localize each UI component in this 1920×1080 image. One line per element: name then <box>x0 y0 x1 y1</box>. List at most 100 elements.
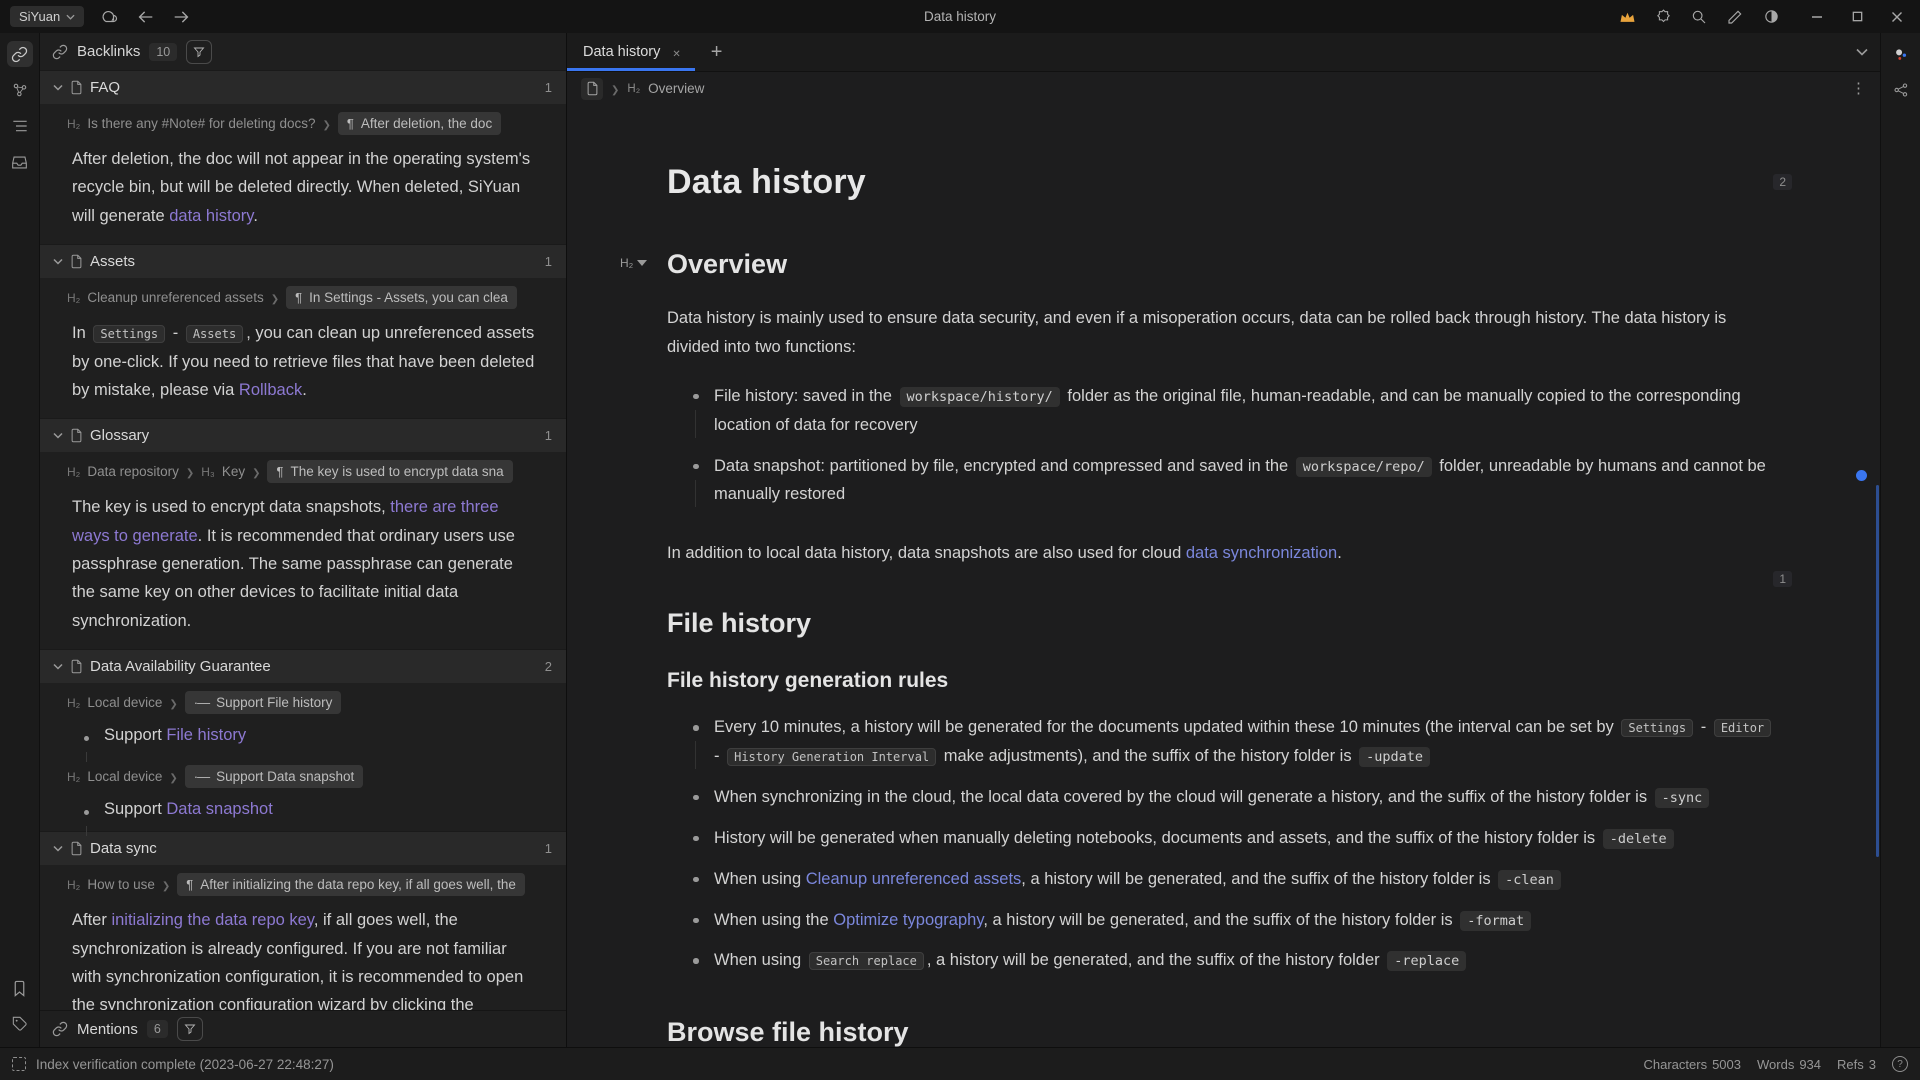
backlink-excerpt[interactable]: After initializing the data repo key, if… <box>40 902 566 1010</box>
backlink-excerpt[interactable]: The key is used to encrypt data snapshot… <box>40 489 566 649</box>
heading-file-history[interactable]: File history <box>667 608 1775 639</box>
section-header-faq[interactable]: FAQ 1 <box>40 70 566 104</box>
mentions-panel-header[interactable]: Mentions 6 <box>40 1010 566 1047</box>
heading-gutter-toggle[interactable]: H₂ <box>620 256 647 270</box>
backlink-icon[interactable] <box>7 41 33 67</box>
ref-count-badge[interactable]: 2 <box>1773 174 1792 190</box>
rules-list: Every 10 minutes, a history will be gene… <box>667 707 1775 981</box>
backlink-breadcrumb[interactable]: H₂ Data repository H₃ Key The key is use… <box>40 452 566 489</box>
back-icon[interactable] <box>134 6 156 28</box>
list-item[interactable]: History will be generated when manually … <box>667 818 1775 859</box>
backlink-breadcrumb[interactable]: H₂ Local device Support File history <box>40 683 566 720</box>
graph-icon[interactable] <box>7 77 33 103</box>
reference-link[interactable]: Optimize typography <box>833 911 983 929</box>
breadcrumb-heading[interactable]: Overview <box>648 81 704 96</box>
list-item[interactable]: When using Search replace, a history wil… <box>667 940 1775 981</box>
list-item[interactable]: When using the Optimize typography, a hi… <box>667 900 1775 941</box>
membership-crown-icon[interactable] <box>1614 4 1640 30</box>
section-header-assets[interactable]: Assets 1 <box>40 244 566 278</box>
backlink-excerpt[interactable]: Support Data snapshot <box>40 794 566 831</box>
list-item[interactable]: Every 10 minutes, a history will be gene… <box>667 707 1775 777</box>
help-icon[interactable] <box>1892 1056 1908 1072</box>
backlink-icon <box>52 1021 68 1037</box>
list-item[interactable]: Data snapshot: partitioned by file, encr… <box>667 446 1775 516</box>
reference-link[interactable]: Data snapshot <box>166 800 272 818</box>
plugin-icon[interactable] <box>1650 4 1676 30</box>
dots-cluster-icon[interactable] <box>1888 41 1914 67</box>
section-header-glossary[interactable]: Glossary 1 <box>40 418 566 452</box>
heading-browse-file-history[interactable]: Browse file history <box>667 1017 1775 1047</box>
graph-network-icon[interactable] <box>1888 77 1914 103</box>
text-segment: When using <box>714 951 806 969</box>
chevron-down-icon <box>53 84 63 91</box>
more-icon[interactable] <box>1851 79 1866 98</box>
edit-pencil-icon[interactable] <box>1722 4 1748 30</box>
theme-contrast-icon[interactable] <box>1758 4 1784 30</box>
backlink-breadcrumb[interactable]: H₂ Local device Support Data snapshot <box>40 757 566 794</box>
backlink-breadcrumb[interactable]: H₂ How to use After initializing the dat… <box>40 865 566 902</box>
reference-link[interactable]: initializing the data repo key <box>111 911 313 929</box>
ref-count-badge[interactable]: 1 <box>1773 571 1792 587</box>
backlinks-panel: Backlinks 10 FAQ 1 H₂ Is there any #Note… <box>40 33 567 1047</box>
chevron-down-icon <box>53 663 63 670</box>
section-header-data-availability[interactable]: Data Availability Guarantee 2 <box>40 649 566 683</box>
document-icon[interactable] <box>581 78 603 100</box>
app-menu-button[interactable]: SiYuan <box>10 6 84 27</box>
minimize-icon[interactable] <box>1804 4 1830 30</box>
outline-icon[interactable] <box>7 113 33 139</box>
editor-breadcrumb: H₂ Overview <box>567 72 1880 105</box>
backlink-breadcrumb[interactable]: H₂ Is there any #Note# for deleting docs… <box>40 104 566 141</box>
paragraph[interactable]: Data history is mainly used to ensure da… <box>667 304 1775 362</box>
chevron-down-icon <box>66 14 75 20</box>
scroll-position-dot[interactable] <box>1856 470 1867 481</box>
block-chip[interactable]: Support File history <box>185 691 342 714</box>
backlinks-panel-header[interactable]: Backlinks 10 <box>40 33 566 70</box>
reference-link[interactable]: data synchronization <box>1186 544 1337 562</box>
reference-link[interactable]: Cleanup unreferenced assets <box>806 870 1022 888</box>
block-chip[interactable]: The key is used to encrypt data sna <box>267 460 512 483</box>
new-tab-button[interactable] <box>711 41 723 64</box>
bookmark-icon[interactable] <box>7 975 33 1001</box>
inbox-icon[interactable] <box>7 149 33 175</box>
kbd-chip: Editor <box>1714 719 1771 737</box>
tab-data-history[interactable]: Data history <box>567 33 695 71</box>
list-item[interactable]: File history: saved in the workspace/his… <box>667 376 1775 446</box>
search-icon[interactable] <box>1686 4 1712 30</box>
document-editor[interactable]: Data history H₂ Overview Data history is… <box>567 105 1880 1047</box>
refs-count: Refs3 <box>1837 1057 1876 1072</box>
block-chip[interactable]: After deletion, the doc <box>338 112 501 135</box>
block-chip[interactable]: After initializing the data repo key, if… <box>177 873 525 896</box>
chevron-right-icon <box>169 696 177 710</box>
backlink-excerpt[interactable]: Support File history <box>40 720 566 757</box>
backlink-breadcrumb[interactable]: H₂ Cleanup unreferenced assets In Settin… <box>40 278 566 315</box>
backlink-excerpt[interactable]: In Settings - Assets, you can clean up u… <box>40 315 566 418</box>
forward-icon[interactable] <box>170 6 192 28</box>
paragraph[interactable]: In addition to local data history, data … <box>667 539 1775 568</box>
text-segment: When synchronizing in the cloud, the loc… <box>714 788 1652 806</box>
section-header-data-sync[interactable]: Data sync 1 <box>40 831 566 865</box>
heading-generation-rules[interactable]: File history generation rules <box>667 669 1775 693</box>
reference-link[interactable]: data history <box>169 207 253 225</box>
close-tab-icon[interactable] <box>672 45 680 60</box>
doc-title[interactable]: Data history <box>667 163 1775 202</box>
scrollbar-thumb[interactable] <box>1876 485 1879 857</box>
block-chip[interactable]: In Settings - Assets, you can clea <box>286 286 517 309</box>
list-item[interactable]: When using Cleanup unreferenced assets, … <box>667 859 1775 900</box>
tag-icon[interactable] <box>7 1011 33 1037</box>
reference-link[interactable]: File history <box>166 726 246 744</box>
reference-link[interactable]: Rollback <box>239 381 302 399</box>
cloud-sync-icon[interactable] <box>98 6 120 28</box>
text-segment: , a history will be generated, and the s… <box>927 951 1384 969</box>
close-window-icon[interactable] <box>1884 4 1910 30</box>
maximize-icon[interactable] <box>1844 4 1870 30</box>
tab-menu-chevron-icon[interactable] <box>1856 48 1880 56</box>
chevron-right-icon <box>162 878 170 892</box>
filter-icon[interactable] <box>186 40 212 64</box>
block-chip[interactable]: Support Data snapshot <box>185 765 363 788</box>
filter-icon[interactable] <box>177 1017 203 1041</box>
collapse-triangle-icon <box>637 260 647 266</box>
heading-overview[interactable]: Overview <box>667 249 1775 280</box>
chevron-right-icon <box>611 82 619 96</box>
backlink-excerpt[interactable]: After deletion, the doc will not appear … <box>40 141 566 244</box>
list-item[interactable]: When synchronizing in the cloud, the loc… <box>667 777 1775 818</box>
